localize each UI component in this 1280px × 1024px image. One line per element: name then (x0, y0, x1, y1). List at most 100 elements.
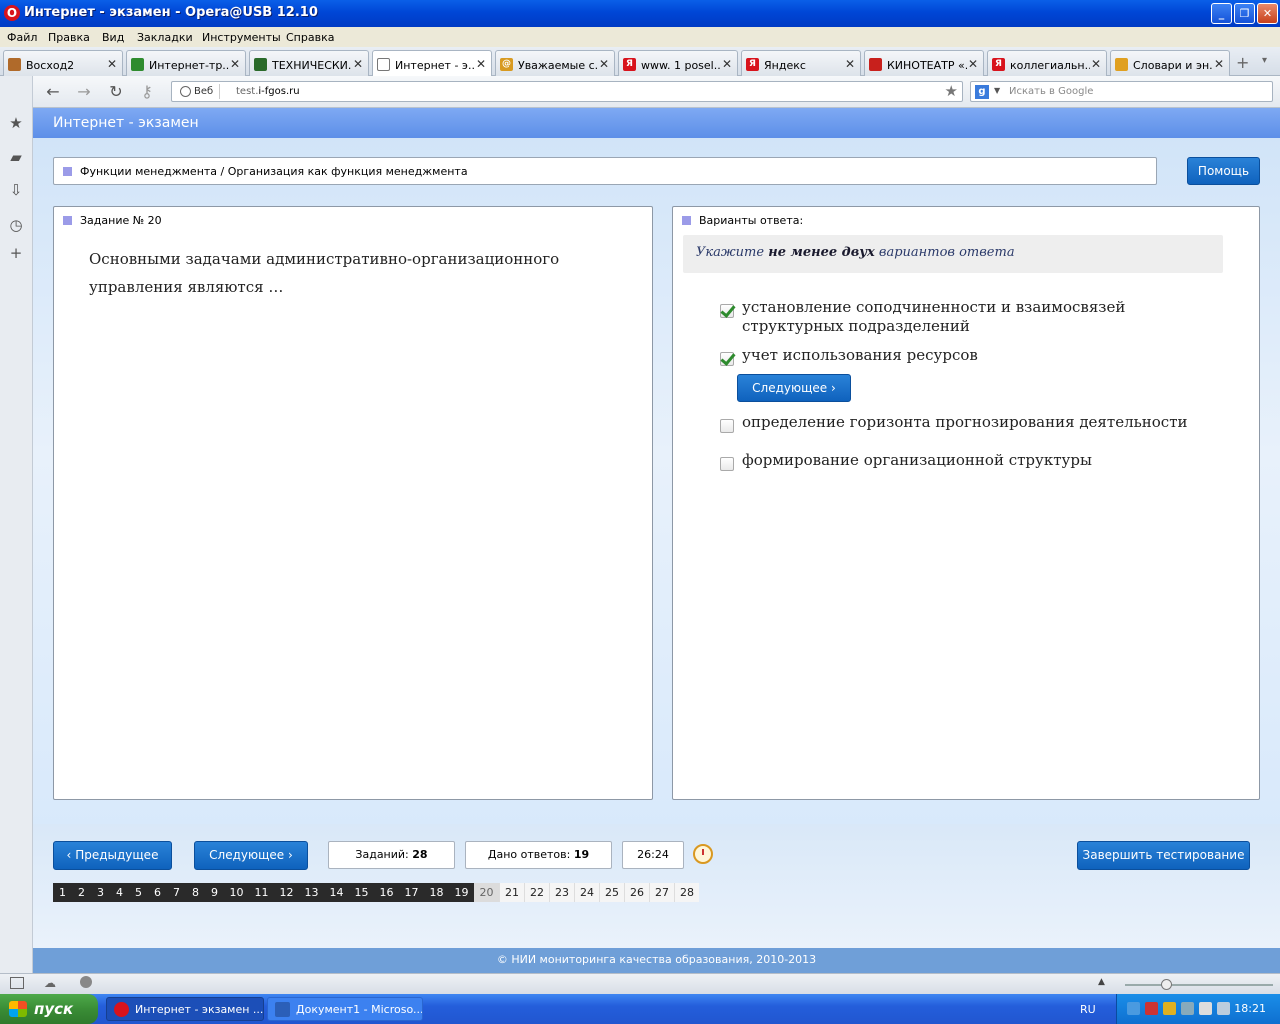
tab-2[interactable]: Интернет-тр... ✕ (126, 50, 246, 76)
menu-file[interactable]: Файл (7, 31, 37, 44)
question-nav-item[interactable]: 18 (424, 883, 449, 902)
tab-3[interactable]: ТЕХНИЧЕСКИ... ✕ (249, 50, 369, 76)
tab-7[interactable]: Я Яндекс ✕ (741, 50, 861, 76)
bookmarks-star-icon[interactable]: ★ (7, 114, 25, 132)
taskbar-item-opera[interactable]: Интернет - экзамен ... (106, 997, 264, 1021)
history-clock-icon[interactable]: ◷ (7, 216, 25, 234)
network-icon[interactable] (1127, 1002, 1140, 1015)
new-tab-icon[interactable]: + (1236, 53, 1249, 72)
question-nav-item[interactable]: 3 (91, 883, 110, 902)
unite-icon[interactable] (80, 976, 92, 988)
question-nav-item[interactable]: 28 (674, 883, 699, 902)
tab-menu-chevron-icon[interactable]: ▾ (1262, 55, 1267, 66)
search-engine-chevron-icon[interactable]: ▼ (994, 86, 1000, 95)
reload-icon[interactable]: ↻ (106, 82, 126, 102)
cloud-icon[interactable]: ☁ (44, 976, 56, 990)
menu-view[interactable]: Вид (102, 31, 124, 44)
warning-icon[interactable] (1163, 1002, 1176, 1015)
volume-icon[interactable] (1199, 1002, 1212, 1015)
tab-8[interactable]: КИНОТЕАТР «... ✕ (864, 50, 984, 76)
question-nav-item[interactable]: 4 (110, 883, 129, 902)
question-nav-item[interactable]: 15 (349, 883, 374, 902)
question-nav-item[interactable]: 26 (624, 883, 649, 902)
notes-icon[interactable]: ▰ (7, 148, 25, 166)
tab-close-icon[interactable]: ✕ (968, 57, 978, 71)
search-input[interactable]: g ▼ Искать в Google (970, 81, 1273, 102)
tab-1[interactable]: Восход2 ✕ (3, 50, 123, 76)
language-indicator[interactable]: RU (1080, 1003, 1096, 1016)
back-arrow-icon[interactable]: ← (43, 82, 63, 102)
maximize-button[interactable]: ❐ (1234, 3, 1255, 24)
answer-checkbox[interactable] (720, 457, 734, 471)
next-button[interactable]: Следующее › (194, 841, 308, 870)
question-nav-item[interactable]: 13 (299, 883, 324, 902)
answer-checkbox[interactable] (720, 304, 734, 318)
menu-edit[interactable]: Правка (48, 31, 90, 44)
question-nav-item[interactable]: 22 (524, 883, 549, 902)
device-icon[interactable] (1181, 1002, 1194, 1015)
tab-close-icon[interactable]: ✕ (599, 57, 609, 71)
answer-checkbox[interactable] (720, 352, 734, 366)
question-nav-item[interactable]: 19 (449, 883, 474, 902)
question-nav-item[interactable]: 20 (474, 883, 499, 902)
close-button[interactable]: ✕ (1257, 3, 1278, 24)
zoom-slider-handle[interactable] (1161, 979, 1172, 990)
question-nav-item[interactable]: 6 (148, 883, 167, 902)
question-nav-item[interactable]: 9 (205, 883, 224, 902)
antivirus-icon[interactable] (1145, 1002, 1158, 1015)
answer-checkbox[interactable] (720, 419, 734, 433)
tab-close-icon[interactable]: ✕ (722, 57, 732, 71)
previous-button[interactable]: ‹ Предыдущее (53, 841, 172, 870)
question-nav-item[interactable]: 8 (186, 883, 205, 902)
question-nav-item[interactable]: 11 (249, 883, 274, 902)
menu-help[interactable]: Справка (286, 31, 334, 44)
question-nav-item[interactable]: 16 (374, 883, 399, 902)
tab-close-icon[interactable]: ✕ (353, 57, 363, 71)
bookmark-star-icon[interactable]: ★ (945, 82, 958, 100)
question-nav-item[interactable]: 27 (649, 883, 674, 902)
tab-close-icon[interactable]: ✕ (1214, 57, 1224, 71)
panel-toggle-icon[interactable] (10, 977, 24, 989)
minimize-button[interactable]: _ (1211, 3, 1232, 24)
question-nav-item[interactable]: 1 (53, 883, 72, 902)
question-nav-item[interactable]: 17 (399, 883, 424, 902)
url-field[interactable]: Веб test.i-fgos.ru ★ (171, 81, 963, 102)
help-button[interactable]: Помощь (1187, 157, 1260, 185)
answer-option-text: формирование организационной структуры (742, 451, 1092, 469)
question-nav-item[interactable]: 12 (274, 883, 299, 902)
inline-next-button[interactable]: Следующее › (737, 374, 851, 402)
tab-5[interactable]: @ Уважаемые с... ✕ (495, 50, 615, 76)
tab-close-icon[interactable]: ✕ (476, 57, 486, 71)
question-nav-item[interactable]: 23 (549, 883, 574, 902)
finish-test-button[interactable]: Завершить тестирование (1077, 841, 1250, 870)
word-icon (275, 1002, 290, 1017)
question-nav-item[interactable]: 25 (599, 883, 624, 902)
question-nav-item[interactable]: 10 (224, 883, 249, 902)
usb-icon[interactable] (1217, 1002, 1230, 1015)
tab-close-icon[interactable]: ✕ (107, 57, 117, 71)
tab-4[interactable]: Интернет - э... ✕ (372, 50, 492, 77)
question-nav-item[interactable]: 24 (574, 883, 599, 902)
view-up-icon[interactable]: ▲ (1098, 977, 1105, 987)
tab-close-icon[interactable]: ✕ (1091, 57, 1101, 71)
question-nav-item[interactable]: 2 (72, 883, 91, 902)
menu-bookmarks[interactable]: Закладки (137, 31, 193, 44)
taskbar-item-word[interactable]: Документ1 - Microso... (267, 997, 423, 1021)
key-icon[interactable]: ⚷ (137, 82, 157, 102)
forward-arrow-icon[interactable]: → (74, 82, 94, 102)
tab-close-icon[interactable]: ✕ (230, 57, 240, 71)
tab-10[interactable]: Словари и эн... ✕ (1110, 50, 1230, 76)
tab-6[interactable]: Яwww. 1 posel... ✕ (618, 50, 738, 76)
question-nav-item[interactable]: 14 (324, 883, 349, 902)
start-button[interactable]: пуск (0, 994, 98, 1024)
downloads-icon[interactable]: ⇩ (7, 181, 25, 199)
question-nav-item[interactable]: 5 (129, 883, 148, 902)
tab-9[interactable]: Яколлегиальн... ✕ (987, 50, 1107, 76)
tab-close-icon[interactable]: ✕ (845, 57, 855, 71)
question-nav-item[interactable]: 21 (499, 883, 524, 902)
zoom-slider[interactable] (1125, 984, 1273, 986)
menu-tools[interactable]: Инструменты (202, 31, 281, 44)
bullet-square-icon (63, 216, 72, 225)
question-nav-item[interactable]: 7 (167, 883, 186, 902)
add-panel-icon[interactable]: + (7, 244, 25, 262)
